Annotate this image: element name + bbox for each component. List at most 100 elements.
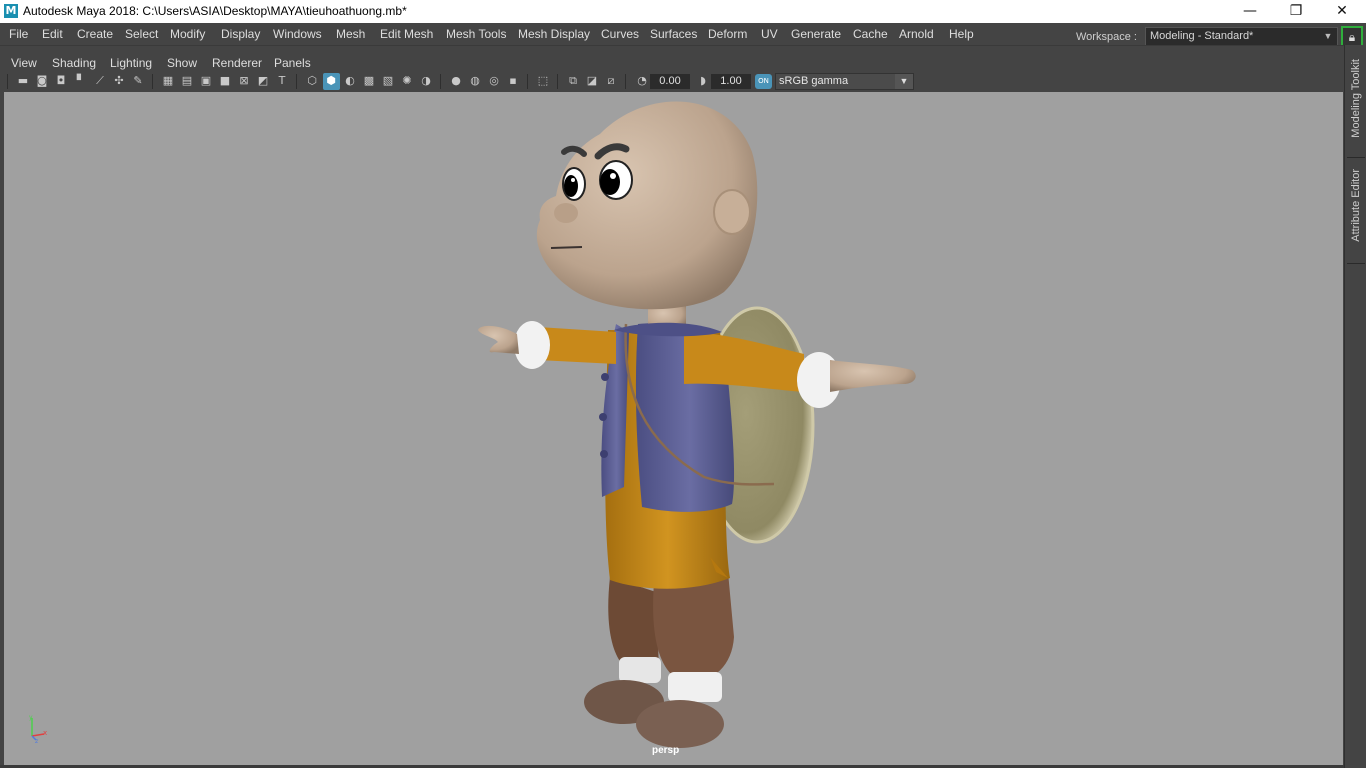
toolbar-separator [557,74,558,89]
menu-generate[interactable]: Generate [791,26,841,42]
menu-modify[interactable]: Modify [170,26,205,42]
default-material-icon[interactable]: ◐ [343,74,357,88]
right-shoe [636,700,724,748]
anti-aliasing-icon[interactable]: ◎ [487,74,501,88]
maya-logo-icon: M [4,4,18,18]
close-button[interactable]: ✕ [1319,0,1365,23]
left-sock [619,657,661,683]
safe-action-icon[interactable]: ◩ [256,74,270,88]
menu-file[interactable]: File [9,26,28,42]
grease-pencil-icon[interactable]: ✎ [131,74,145,88]
menu-help[interactable]: Help [949,26,974,42]
select-camera-icon[interactable]: ▬ [16,74,30,88]
svg-text:x: x [43,729,47,737]
toolbar-separator [440,74,441,89]
panel-menu-renderer[interactable]: Renderer [212,55,262,71]
panel-menu-view[interactable]: View [11,55,37,71]
image-plane-icon[interactable]: ⟋ [93,74,107,88]
depth-of-field-icon[interactable]: ▪ [506,74,520,88]
perspective-viewport[interactable]: persp x y z [4,92,1343,765]
menu-create[interactable]: Create [77,26,113,42]
color-management-toggle[interactable]: ON [755,74,772,89]
window-titlebar: M Autodesk Maya 2018: C:\Users\ASIA\Desk… [0,0,1366,23]
workspace-label: Workspace : [1076,31,1137,43]
right-dock: Modeling Toolkit Attribute Editor [1344,45,1366,768]
toolbar-separator [625,74,626,89]
menu-arnold[interactable]: Arnold [899,26,934,42]
menu-mesh-tools[interactable]: Mesh Tools [446,26,506,42]
mouth [550,246,583,249]
camera-attributes-icon[interactable]: ◙ [35,74,49,88]
tab-attribute-editor[interactable]: Attribute Editor [1349,169,1363,242]
minimize-button[interactable]: — [1227,0,1273,23]
smooth-shade-all-icon[interactable]: ⬢ [324,74,338,88]
panel-menu-panels[interactable]: Panels [274,55,311,71]
toolbar-separator [152,74,153,89]
film-gate-icon[interactable]: ▤ [180,74,194,88]
monk-character-model[interactable] [4,92,1343,765]
dock-divider [1347,157,1365,158]
toolbar-separator [296,74,297,89]
right-pupil [600,169,620,195]
toolbar-separator [527,74,528,89]
dock-divider [1347,263,1365,264]
view-transform-value: sRGB gamma [779,75,849,87]
menu-display[interactable]: Display [221,26,260,42]
svg-text:y: y [29,714,33,721]
menu-mesh-display[interactable]: Mesh Display [518,26,590,42]
gamma-field[interactable]: 1.00 [711,74,751,89]
left-pupil [564,175,578,197]
xray-icon[interactable]: ⧉ [566,74,580,88]
restore-button[interactable]: ❐ [1273,0,1319,23]
right-hand [830,360,916,392]
window-title: Autodesk Maya 2018: C:\Users\ASIA\Deskto… [23,4,407,18]
gate-mask-icon[interactable]: ■ [218,74,232,88]
isolate-select-icon[interactable]: ⬚ [536,74,550,88]
menu-windows[interactable]: Windows [273,26,322,42]
safe-title-icon[interactable]: T [275,74,289,88]
exposure-icon[interactable]: ◔ [635,74,649,88]
nose [554,203,578,223]
camera-name-label: persp [652,745,680,756]
menu-mesh[interactable]: Mesh [336,26,365,42]
left-hand [478,325,519,354]
panel-menu-lighting[interactable]: Lighting [110,55,152,71]
menu-curves[interactable]: Curves [601,26,639,42]
chevron-down-icon: ▼ [895,74,913,89]
workspace-dropdown[interactable]: Modeling - Standard* ▼ [1145,27,1338,46]
menu-edit-mesh[interactable]: Edit Mesh [380,26,433,42]
menu-deform[interactable]: Deform [708,26,747,42]
left-cuff [514,321,550,369]
tab-modeling-toolkit[interactable]: Modeling Toolkit [1349,59,1363,138]
panel-menu-show[interactable]: Show [167,55,197,71]
grid-icon[interactable]: ▦ [161,74,175,88]
bookmark-flag-icon[interactable]: ▘ [74,74,88,88]
workspace-value: Modeling - Standard* [1150,30,1254,42]
view-transform-dropdown[interactable]: sRGB gamma ▼ [775,73,914,90]
menu-surfaces[interactable]: Surfaces [650,26,697,42]
bookmarks-icon[interactable]: ◘ [54,74,68,88]
motion-blur-icon[interactable]: ◍ [468,74,482,88]
menu-uv[interactable]: UV [761,26,778,42]
textured-icon[interactable]: ▩ [362,74,376,88]
right-sock [668,672,722,702]
menu-cache[interactable]: Cache [853,26,888,42]
wireframe-icon[interactable]: ⬡ [305,74,319,88]
screen-space-ao-icon[interactable]: ● [449,74,463,88]
2d-pan-zoom-icon[interactable]: ✣ [112,74,126,88]
use-all-lights-icon[interactable]: ✺ [400,74,414,88]
chevron-down-icon: ▼ [1323,31,1333,41]
wireframe-on-shaded-icon[interactable]: ▧ [381,74,395,88]
panel-menu-shading[interactable]: Shading [52,55,96,71]
ear [713,189,751,235]
shadows-icon[interactable]: ◑ [419,74,433,88]
backface-culling-icon[interactable]: ⧄ [604,74,618,88]
resolution-gate-icon[interactable]: ▣ [199,74,213,88]
field-chart-icon[interactable]: ⊠ [237,74,251,88]
menu-edit[interactable]: Edit [42,26,63,42]
toolbar-separator [7,74,8,89]
exposure-field[interactable]: 0.00 [650,74,690,89]
xray-joints-icon[interactable]: ◪ [585,74,599,88]
gamma-icon[interactable]: ◗ [696,74,710,88]
menu-select[interactable]: Select [125,26,158,42]
